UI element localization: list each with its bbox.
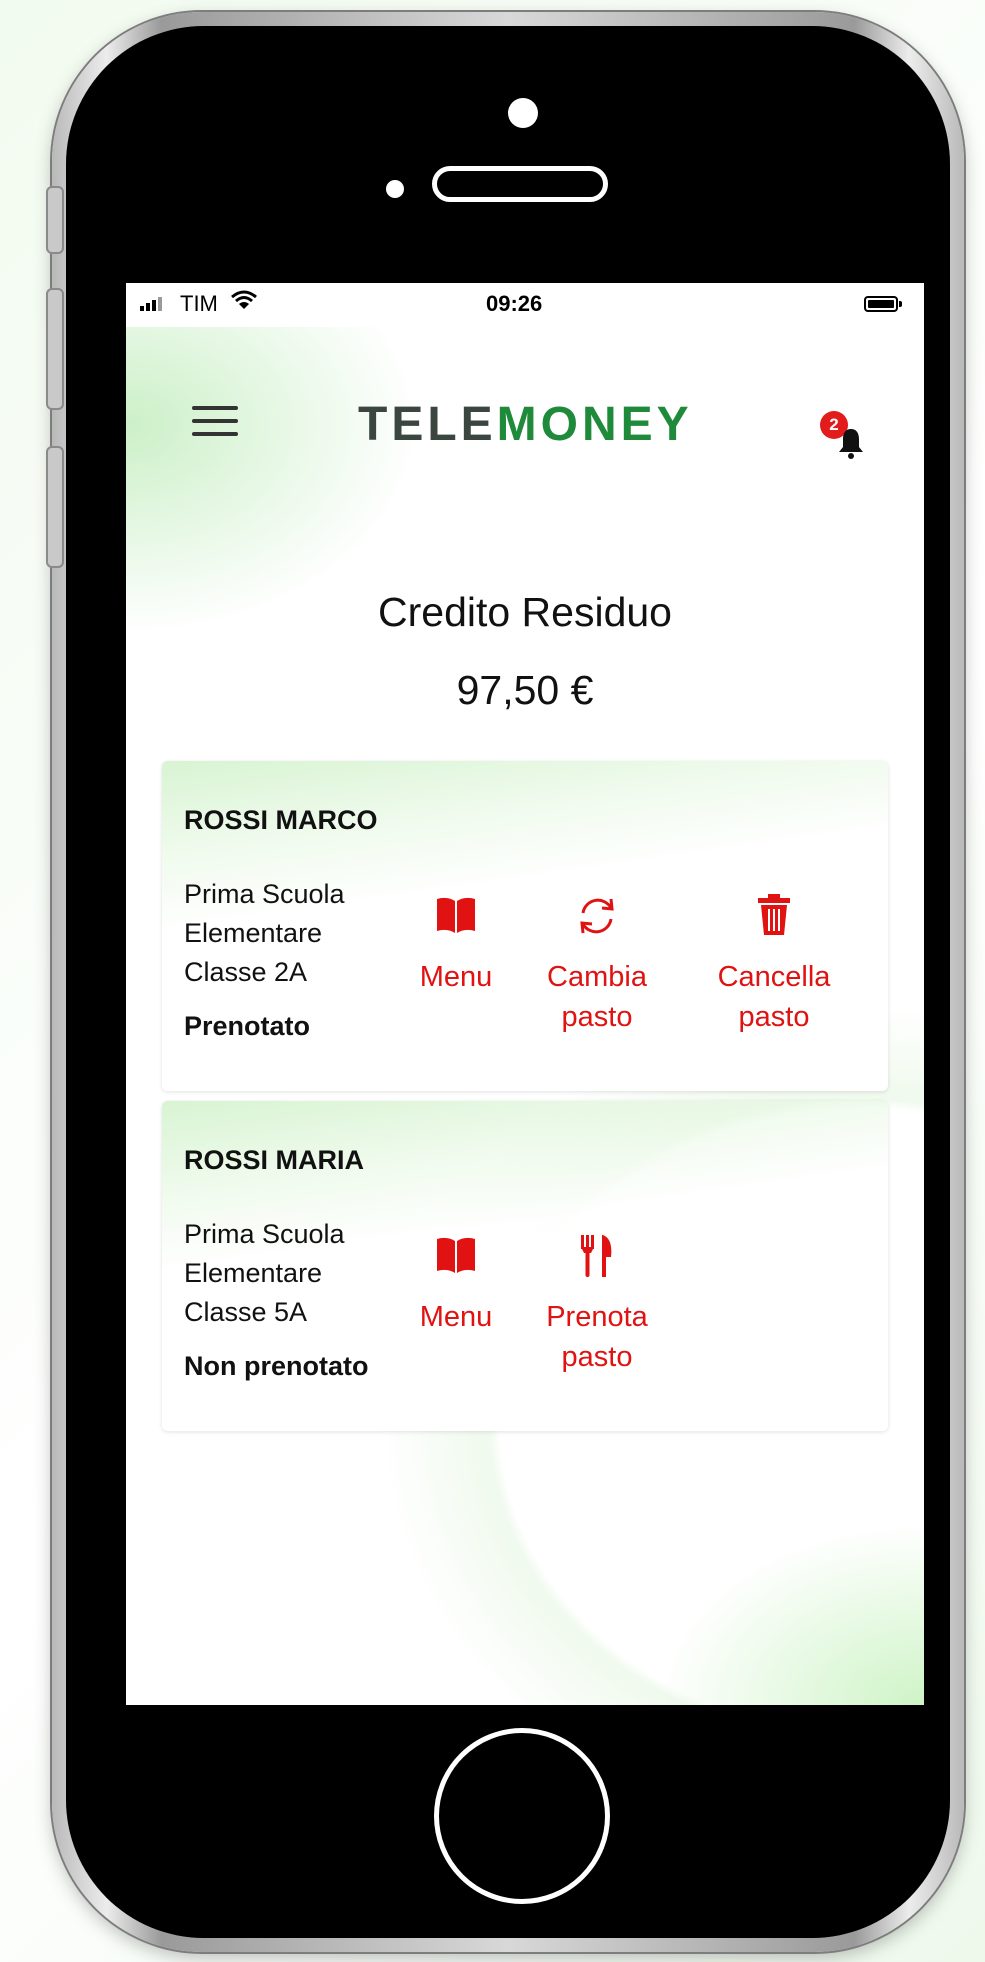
front-camera <box>508 98 538 128</box>
booking-status: Prenotato <box>184 1011 311 1041</box>
refresh-icon <box>517 893 677 939</box>
signal-icon <box>140 297 162 311</box>
earpiece-speaker <box>432 166 608 202</box>
school-line-1: Prima Scuola <box>184 1219 345 1249</box>
book-icon <box>376 1233 536 1279</box>
bell-icon <box>839 429 863 459</box>
telemoney-logo: TELEMONEY <box>358 397 693 452</box>
credit-amount: 97,50 € <box>456 667 594 713</box>
battery-icon <box>864 296 902 312</box>
cutlery-icon <box>517 1233 677 1279</box>
home-button[interactable] <box>434 1728 610 1904</box>
carrier-label: TIM <box>180 291 218 316</box>
volume-up-button <box>46 288 64 410</box>
menu-label: Menu <box>419 961 493 993</box>
menu-hamburger-icon[interactable] <box>192 406 238 438</box>
school-line-1: Prima Scuola <box>184 879 345 909</box>
school-name: Prima Scuola Elementare <box>184 1215 345 1293</box>
child-card: ROSSI MARCO Prima Scuola Elementare Clas… <box>162 761 888 1091</box>
school-name: Prima Scuola Elementare <box>184 875 345 953</box>
booking-status: Non prenotato <box>184 1351 369 1381</box>
child-card: ROSSI MARIA Prima Scuola Elementare Clas… <box>162 1101 888 1431</box>
proximity-sensor <box>386 180 404 198</box>
menu-label: Menu <box>419 1301 493 1333</box>
wifi-icon <box>230 289 258 317</box>
logo-part-money: MONEY <box>496 398 693 451</box>
volume-down-button <box>46 446 64 568</box>
menu-button[interactable]: Menu <box>376 893 536 997</box>
child-name: ROSSI MARIA <box>184 1145 365 1175</box>
notifications-button[interactable]: 2 <box>820 411 863 461</box>
logo-part-tele: TELE <box>358 398 497 451</box>
status-bar: TIM 09:26 <box>126 283 924 327</box>
change-meal-button[interactable]: Cambia pasto <box>517 893 677 1037</box>
class-name: Classe 2A <box>184 957 308 987</box>
book-icon <box>376 893 536 939</box>
book-meal-button[interactable]: Prenota pasto <box>517 1233 677 1377</box>
cancel-meal-button[interactable]: Cancella pasto <box>694 893 854 1037</box>
child-name: ROSSI MARCO <box>184 805 378 835</box>
menu-button[interactable]: Menu <box>376 1233 536 1337</box>
trash-icon <box>694 893 854 939</box>
status-time: 09:26 <box>486 291 543 316</box>
school-line-2: Elementare <box>184 1258 323 1288</box>
class-name: Classe 5A <box>184 1297 308 1327</box>
cancel-meal-label: Cancella pasto <box>717 961 831 1033</box>
book-meal-label: Prenota pasto <box>546 1301 648 1373</box>
credit-label: Credito Residuo <box>378 589 672 635</box>
change-meal-label: Cambia pasto <box>547 961 647 1033</box>
side-button <box>46 186 64 254</box>
school-line-2: Elementare <box>184 918 323 948</box>
app-screen: TIM 09:26 TELEMONEY 2 Credito Residuo 97… <box>126 283 924 1705</box>
